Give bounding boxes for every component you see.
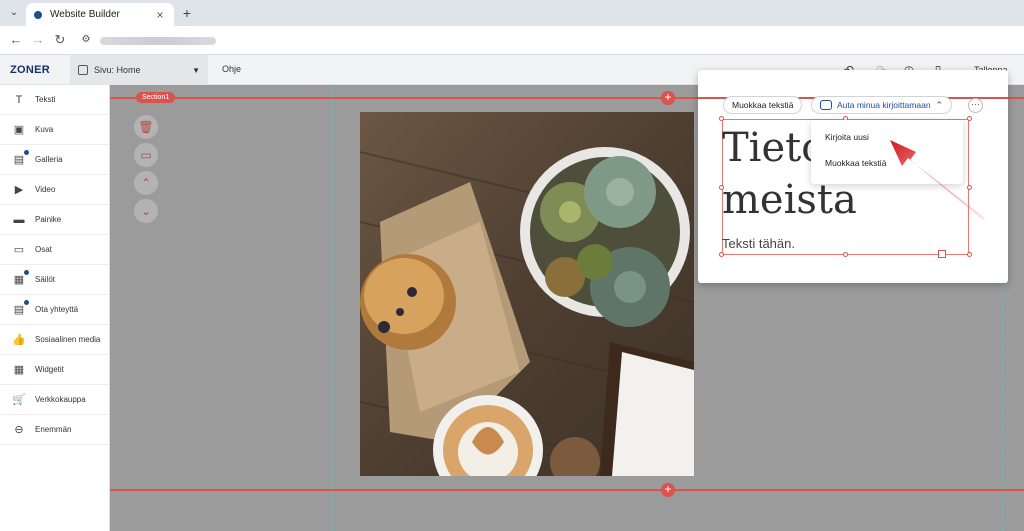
section-image[interactable] [360, 112, 694, 476]
chevron-down-icon: ▼ [192, 65, 200, 75]
page-selector-label: Sivu: Home [94, 65, 141, 75]
forward-icon[interactable]: → [30, 32, 46, 48]
close-tab-icon[interactable]: × [154, 8, 166, 22]
browser-tab-bar: ⌄ Website Builder × + [0, 0, 1024, 26]
elements-sidebar: T Teksti ▣ Kuva ▤ Galleria ▶ Video ▬ Painike ▭ Osat… [0, 85, 110, 531]
site-settings-icon[interactable]: ⚙ [78, 32, 94, 48]
sidebar-item-label: Osat [35, 245, 52, 254]
sidebar-item-verkkokauppa[interactable]: 🛒 Verkkokauppa [0, 385, 109, 415]
reload-icon[interactable]: ↻ [52, 32, 68, 48]
favicon-icon [34, 10, 42, 19]
sidebar-item-label: Sosiaalinen media [35, 335, 101, 344]
sidebar-item-label: Painike [35, 215, 62, 224]
new-tab-button[interactable]: + [180, 5, 194, 21]
add-section-below-button[interactable]: + [661, 483, 675, 497]
section-settings-icon[interactable]: ▭ [134, 143, 158, 167]
containers-icon: ▦ [12, 269, 29, 287]
sidebar-item-label: Enemmän [35, 425, 72, 434]
page-selector[interactable]: Sivu: Home ▼ [70, 55, 208, 85]
sidebar-item-label: Teksti [35, 95, 56, 104]
image-icon: ▣ [13, 124, 25, 136]
sidebar-item-label: Verkkokauppa [35, 395, 86, 404]
resize-handle[interactable] [719, 252, 724, 257]
thumbs-up-icon: 👍 [12, 334, 26, 346]
widgets-icon: ▦ [13, 364, 25, 376]
sidebar-item-teksti[interactable]: T Teksti [0, 85, 109, 115]
edit-text-button[interactable]: Muokkaa tekstiä [723, 96, 803, 114]
add-section-above-button[interactable]: + [661, 91, 675, 105]
more-options-button[interactable]: ··· [968, 98, 983, 113]
ai-assist-button[interactable]: Auta minua kirjoittamaan ⌃ [811, 96, 953, 114]
sidebar-item-video[interactable]: ▶ Video [0, 175, 109, 205]
video-icon: ▶ [14, 184, 24, 196]
sidebar-item-label: Kuva [35, 125, 54, 134]
sidebar-item-label: Widgetit [35, 365, 64, 374]
chevron-up-icon: ⌃ [935, 100, 944, 110]
pages-icon [78, 65, 88, 75]
sidebar-item-sosiaalinen-media[interactable]: 👍 Sosiaalinen media [0, 325, 109, 355]
resize-handle[interactable] [967, 252, 972, 257]
text-settings-icon[interactable] [938, 250, 946, 258]
guide-line [332, 85, 333, 531]
delete-section-icon[interactable]: 🗑 [134, 115, 158, 139]
sidebar-item-kuva[interactable]: ▣ Kuva [0, 115, 109, 145]
resize-handle[interactable] [843, 252, 848, 257]
sidebar-item-ota-yhteyttä[interactable]: ▤ Ota yhteyttä [0, 295, 109, 325]
tab-search-icon[interactable]: ⌄ [6, 5, 22, 21]
move-up-icon[interactable]: ⌃ [134, 171, 158, 195]
help-link[interactable]: Ohje [222, 64, 241, 74]
sidebar-item-säilöt[interactable]: ▦ Säilöt [0, 265, 109, 295]
url-field[interactable] [100, 37, 216, 45]
sidebar-item-galleria[interactable]: ▤ Galleria [0, 145, 109, 175]
back-icon[interactable]: ← [8, 32, 24, 48]
sidebar-item-enemmän[interactable]: ⊖ Enemmän [0, 415, 109, 445]
sidebar-item-widgetit[interactable]: ▦ Widgetit [0, 355, 109, 385]
sidebar-item-label: Video [35, 185, 56, 194]
sidebar-item-osat[interactable]: ▭ Osat [0, 235, 109, 265]
resize-handle[interactable] [719, 116, 724, 121]
cart-icon: 🛒 [12, 394, 26, 406]
new-badge-icon [24, 269, 29, 275]
sidebar-item-label: Säilöt [35, 275, 56, 284]
section-bottom-border [110, 489, 1024, 491]
ai-assist-label: Auta minua kirjoittamaan [837, 100, 931, 110]
section-tag[interactable]: Section1 [136, 92, 176, 103]
gallery-icon: ▤ [12, 149, 29, 167]
sidebar-item-label: Ota yhteyttä [35, 305, 79, 314]
logo: ZONER [10, 64, 50, 76]
resize-handle[interactable] [967, 116, 972, 121]
contact-icon: ▤ [12, 299, 29, 317]
parts-icon: ▭ [13, 244, 25, 256]
move-down-icon[interactable]: ⌄ [134, 199, 158, 223]
address-bar: ← → ↻ ⚙ [0, 26, 1024, 55]
pointer-arrow-icon [890, 140, 985, 220]
tab-title: Website Builder [50, 9, 120, 20]
robot-icon [820, 100, 832, 110]
sidebar-item-label: Galleria [35, 155, 63, 164]
text-icon: T [15, 93, 23, 106]
button-icon: ▬ [13, 213, 25, 226]
body-text[interactable]: Teksti tähän. [722, 236, 795, 251]
more-circle-icon: ⊖ [14, 424, 24, 436]
image-content [360, 112, 694, 476]
sidebar-item-painike[interactable]: ▬ Painike [0, 205, 109, 235]
new-badge-icon [24, 149, 29, 155]
new-badge-icon [24, 299, 29, 305]
browser-tab[interactable]: Website Builder × [26, 3, 174, 26]
